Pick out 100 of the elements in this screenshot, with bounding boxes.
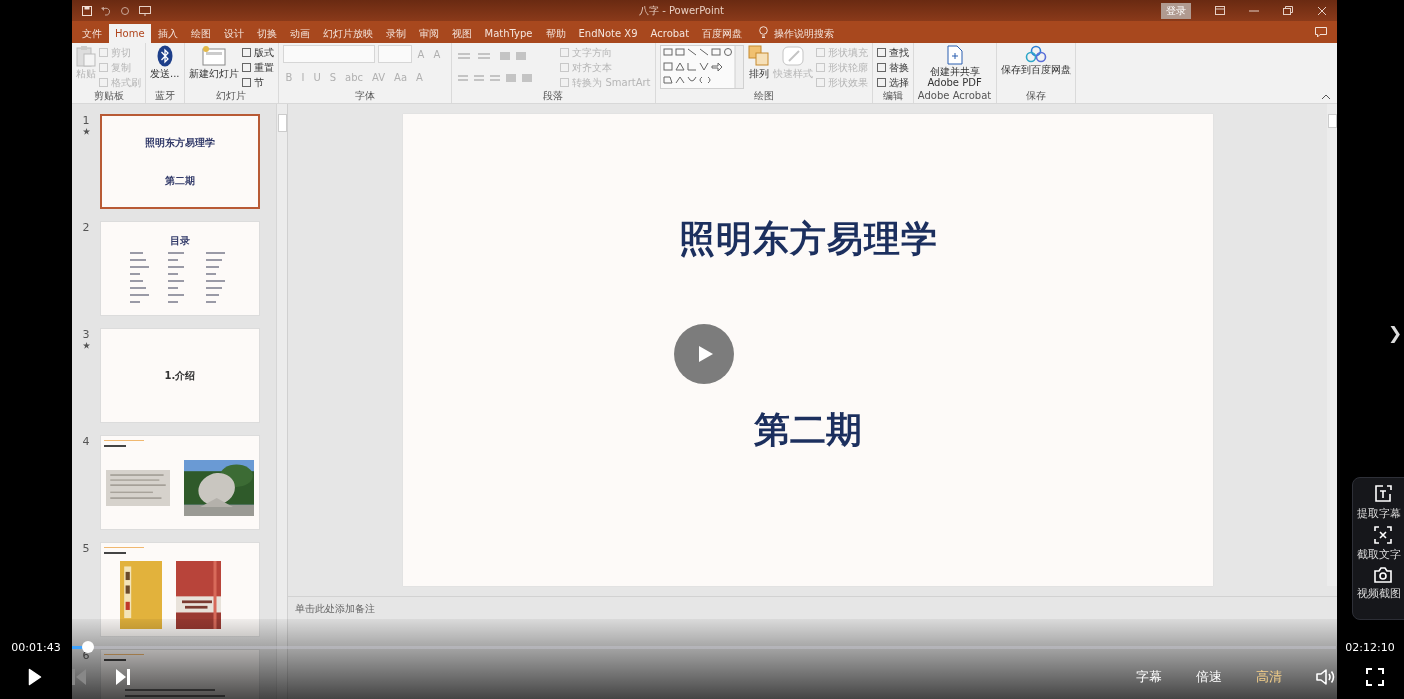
play-button[interactable]	[28, 668, 42, 686]
play-icon	[28, 668, 42, 686]
slide-number: 4	[82, 435, 90, 448]
scrollbar[interactable]	[276, 104, 287, 699]
presentation-icon[interactable]	[139, 5, 151, 16]
ribbon-button[interactable]: 新建幻灯片	[188, 45, 239, 90]
ribbon-tab[interactable]: Home	[109, 24, 151, 43]
ribbon-tab[interactable]: 审阅	[412, 24, 445, 43]
ribbon-tab[interactable]: EndNote X9	[572, 24, 644, 43]
ribbon-button[interactable]: 查找	[876, 45, 909, 60]
slide-title: 照明东方易理学	[678, 217, 938, 261]
close-icon[interactable]	[1317, 5, 1327, 16]
player-option[interactable]: 倍速	[1196, 668, 1222, 686]
ribbon-button[interactable]: 选择	[876, 75, 909, 90]
ribbon-button[interactable]: 节	[241, 75, 274, 90]
ribbon-button[interactable]: 保存到百度网盘	[1000, 45, 1071, 90]
ribbon-tab[interactable]: MathType	[478, 24, 539, 43]
ribbon-tab[interactable]: 动画	[283, 24, 316, 43]
slide-thumbnail[interactable]	[100, 435, 260, 530]
next-button[interactable]	[116, 669, 130, 685]
group-label: Adobe Acrobat	[917, 90, 992, 103]
ribbon-button[interactable]: 发送...	[150, 45, 180, 90]
player-option[interactable]: 高清	[1256, 668, 1282, 686]
previous-icon	[72, 669, 86, 685]
tool-button[interactable]: 提取字幕	[1353, 484, 1404, 521]
thumbnail-title: 照明东方易理学	[145, 135, 215, 150]
ribbon-tab[interactable]: 幻灯片放映	[316, 24, 379, 43]
slide-number: 3	[82, 328, 90, 341]
fullscreen-button[interactable]	[1366, 668, 1384, 686]
document-icon	[946, 45, 963, 65]
ribbon-tab[interactable]: 帮助	[539, 24, 572, 43]
group-label: 编辑	[881, 90, 904, 103]
ribbon-button[interactable]: 重置	[241, 60, 274, 75]
font-size-field[interactable]	[377, 45, 412, 63]
heading-lines-drawing	[104, 547, 144, 555]
ribbon-button[interactable]: 替换	[876, 60, 909, 75]
ribbon-tab[interactable]: 文件	[76, 24, 108, 43]
camera-icon	[1373, 566, 1393, 584]
elapsed-time: 00:01:43	[10, 640, 62, 654]
shapes-icon	[747, 45, 770, 67]
shapes-gallery[interactable]	[659, 45, 744, 89]
slide-thumbnail[interactable]: 目录	[100, 221, 260, 316]
slide-subtitle: 第二期	[754, 408, 862, 452]
group-label: 字体	[353, 90, 376, 103]
ribbon-button[interactable]: 创建并共享 Adobe PDF	[917, 45, 992, 90]
slide-thumbnail[interactable]	[100, 542, 260, 637]
tool-button[interactable]: 截取文字	[1353, 525, 1404, 562]
slide-number: 1	[82, 114, 90, 127]
fullscreen-icon	[1366, 668, 1384, 686]
heading-lines-drawing	[104, 654, 144, 662]
group-label: 段落	[542, 90, 565, 103]
slide-thumbnail[interactable]: 1.介绍	[100, 328, 260, 423]
ribbon-tab[interactable]: Acrobat	[644, 24, 696, 43]
ribbon-tab[interactable]: 绘图	[184, 24, 217, 43]
text-frame-icon	[1373, 484, 1393, 504]
ribbon-tab[interactable]: 设计	[217, 24, 250, 43]
sign-in-button[interactable]: 登录	[1161, 2, 1191, 19]
undo-icon[interactable]	[101, 5, 111, 16]
font-name-field[interactable]	[282, 45, 375, 63]
search-hint[interactable]: 操作说明搜索	[774, 24, 835, 43]
ribbon-tab[interactable]: 插入	[151, 24, 184, 43]
tool-button[interactable]: 视频截图	[1353, 566, 1404, 601]
thumbnail-title: 1.介绍	[164, 368, 196, 383]
slide-number: 2	[82, 221, 90, 234]
restore-icon[interactable]	[1283, 6, 1293, 15]
ribbon-tab[interactable]: 百度网盘	[696, 24, 749, 43]
play-icon	[698, 345, 714, 363]
ribbon-button[interactable]: 版式	[241, 45, 274, 60]
slide-number: 5	[82, 542, 90, 555]
volume-button[interactable]	[1316, 668, 1336, 686]
group-label: 保存	[1024, 90, 1047, 103]
redo-icon[interactable]	[120, 5, 130, 16]
group-label: 幻灯片	[215, 90, 248, 103]
ribbon-button[interactable]: 排列	[747, 45, 770, 90]
window-title: 八字 - PowerPoint	[638, 3, 725, 18]
lightbulb-icon	[759, 26, 769, 38]
ribbon-display-icon[interactable]	[1215, 6, 1225, 15]
group-label: 蓝牙	[153, 90, 176, 103]
total-time: 02:12:10	[1344, 640, 1396, 654]
save-icon[interactable]	[82, 5, 92, 16]
player-option[interactable]: 字幕	[1136, 668, 1162, 686]
slide-thumbnail[interactable]: 照明东方易理学 第二期	[100, 114, 260, 209]
style-icon	[780, 45, 805, 67]
scan-frame-icon	[1373, 525, 1393, 545]
volume-icon	[1316, 668, 1336, 686]
scrollbar[interactable]	[1327, 104, 1337, 586]
comment-icon[interactable]	[1315, 27, 1327, 38]
next-icon	[116, 669, 130, 685]
next-arrow[interactable]: ❯	[1388, 322, 1403, 344]
collapse-icon[interactable]	[1321, 94, 1331, 100]
thumbnail-subtitle: 第二期	[165, 173, 195, 188]
heading-lines-drawing	[104, 440, 144, 448]
thumbnail-title: 目录	[170, 233, 190, 248]
group-label: 剪贴板	[92, 90, 125, 103]
group-label: 绘图	[752, 90, 775, 103]
cloud-icon	[1024, 45, 1047, 63]
ribbon-tab[interactable]: 视图	[445, 24, 478, 43]
bluetooth-icon	[156, 45, 173, 67]
ribbon-tab[interactable]: 切换	[250, 24, 283, 43]
ribbon-tab[interactable]: 录制	[379, 24, 412, 43]
